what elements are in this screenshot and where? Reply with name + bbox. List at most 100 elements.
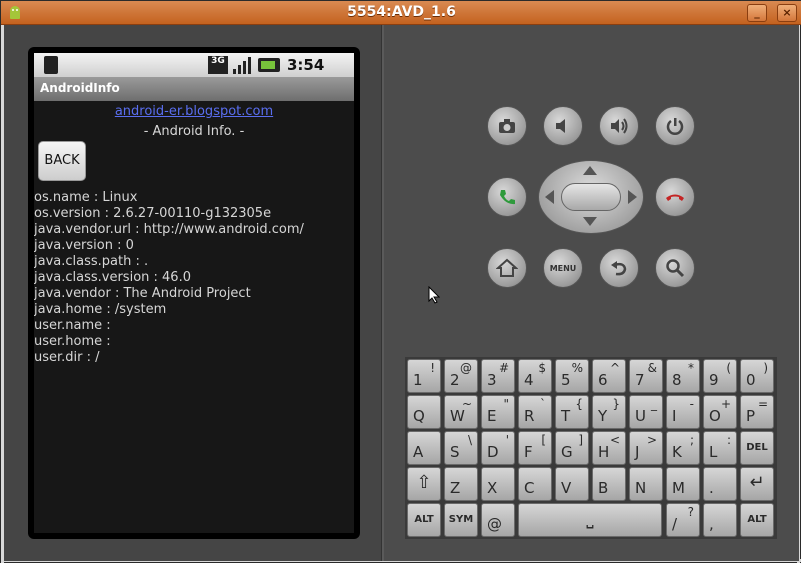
power-button[interactable] xyxy=(655,106,695,146)
space-key[interactable]: ⎵ xyxy=(518,503,662,537)
key-label: M xyxy=(672,479,685,497)
blog-link[interactable]: android-er.blogspot.com xyxy=(34,104,354,119)
volume-down-button[interactable] xyxy=(543,106,583,146)
key-8[interactable]: 8 * xyxy=(666,359,700,393)
key-o[interactable]: O + xyxy=(703,395,737,429)
key-9[interactable]: 9( xyxy=(703,359,737,393)
key-x[interactable]: X xyxy=(481,467,515,501)
key-label: A xyxy=(413,443,424,461)
dpad-center-button[interactable] xyxy=(561,183,621,211)
camera-button[interactable] xyxy=(487,106,527,146)
enter-key[interactable]: ↵ xyxy=(740,467,774,501)
key-alt-label: > xyxy=(646,433,657,447)
shift-key[interactable]: ⇧ xyxy=(407,467,441,501)
key-s[interactable]: S \ xyxy=(444,431,478,465)
key-4[interactable]: 4 $ xyxy=(518,359,552,393)
delete-key[interactable]: DEL xyxy=(740,431,774,465)
key-0[interactable]: 0) xyxy=(740,359,774,393)
sym-key[interactable]: SYM xyxy=(444,503,478,537)
key-m[interactable]: M xyxy=(666,467,700,501)
key-a[interactable]: A xyxy=(407,431,441,465)
key-k[interactable]: K; xyxy=(666,431,700,465)
key-5[interactable]: 5% xyxy=(555,359,589,393)
key-e[interactable]: E " xyxy=(481,395,515,429)
key-b[interactable]: B xyxy=(592,467,626,501)
key-label: R xyxy=(524,407,535,425)
power-icon xyxy=(666,118,684,135)
key-w[interactable]: W ~ xyxy=(444,395,478,429)
key-label: F xyxy=(524,443,533,461)
key-label: B xyxy=(598,479,609,497)
home-icon xyxy=(496,258,518,277)
key-t[interactable]: T{ xyxy=(555,395,589,429)
key-c[interactable]: C xyxy=(518,467,552,501)
key-alt-label: ^ xyxy=(609,361,620,375)
key-label: ALT xyxy=(414,514,434,525)
key-z[interactable]: Z xyxy=(444,467,478,501)
key-1[interactable]: 1! xyxy=(407,359,441,393)
key-p[interactable]: P = xyxy=(740,395,774,429)
minimize-button[interactable]: _ xyxy=(747,4,767,22)
key-label: U xyxy=(635,407,646,425)
dpad-left-icon[interactable] xyxy=(545,190,554,204)
key-label: @ xyxy=(487,515,502,533)
back-button[interactable]: BACK xyxy=(38,141,86,181)
title-bar[interactable]: 5554:AVD_1.6 _ × xyxy=(1,1,801,25)
space-bar-icon: ⎵ xyxy=(586,508,594,529)
key-label: / xyxy=(672,515,678,533)
alt-left-key[interactable]: ALT xyxy=(407,503,441,537)
key-j[interactable]: J > xyxy=(629,431,663,465)
key-r[interactable]: R ` xyxy=(518,395,552,429)
key-label: J xyxy=(635,443,640,461)
property-line: user.home : xyxy=(34,334,111,349)
key-3[interactable]: 3 # xyxy=(481,359,515,393)
dpad-up-icon[interactable] xyxy=(583,166,597,175)
key-d[interactable]: D ' xyxy=(481,431,515,465)
key-y[interactable]: Y} xyxy=(592,395,626,429)
key-label: 0 xyxy=(746,371,756,389)
key-at[interactable]: @ xyxy=(481,503,515,537)
key-l[interactable]: L: xyxy=(703,431,737,465)
key-label: 2 xyxy=(450,371,460,389)
key-alt-label: = xyxy=(757,397,768,411)
key-n[interactable]: N xyxy=(629,467,663,501)
key-label: . xyxy=(709,479,714,497)
key-label: V xyxy=(561,479,572,497)
key-q[interactable]: Q xyxy=(407,395,441,429)
key-label: Q xyxy=(413,407,425,425)
key-label: K xyxy=(672,443,682,461)
device-screen[interactable]: 3G 3:54 AM AndroidInfo android-er.blogsp… xyxy=(34,53,354,533)
volume-up-button[interactable] xyxy=(599,106,639,146)
property-line: java.class.path : . xyxy=(34,254,149,269)
key-2[interactable]: 2 @ xyxy=(444,359,478,393)
key-slash[interactable]: /? xyxy=(666,503,700,537)
alt-right-key[interactable]: ALT xyxy=(740,503,774,537)
home-button[interactable] xyxy=(487,248,527,288)
key-alt-label: ( xyxy=(726,361,731,375)
key-alt-label: ; xyxy=(689,433,694,447)
key-v[interactable]: V xyxy=(555,467,589,501)
key-g[interactable]: G] xyxy=(555,431,589,465)
key-u[interactable]: U _ xyxy=(629,395,663,429)
signal-strength-icon xyxy=(233,57,251,74)
key-.[interactable]: . xyxy=(703,467,737,501)
dpad-right-icon[interactable] xyxy=(628,190,637,204)
key-f[interactable]: F[ xyxy=(518,431,552,465)
menu-button[interactable]: MENU xyxy=(543,248,583,288)
key-comma[interactable]: , xyxy=(703,503,737,537)
key-6[interactable]: 6 ^ xyxy=(592,359,626,393)
end-call-button[interactable] xyxy=(655,177,695,217)
key-h[interactable]: H < xyxy=(592,431,626,465)
back-hardware-button[interactable] xyxy=(599,248,639,288)
key-i[interactable]: I- xyxy=(666,395,700,429)
key-label: O xyxy=(709,407,721,425)
call-button[interactable] xyxy=(487,177,527,217)
property-line: os.version : 2.6.27-00110-g132305e xyxy=(34,206,272,221)
key-7[interactable]: 7 & xyxy=(629,359,663,393)
close-button[interactable]: × xyxy=(777,4,797,22)
key-label: L xyxy=(709,443,718,461)
search-button[interactable] xyxy=(655,248,695,288)
dpad-down-icon[interactable] xyxy=(583,217,597,226)
status-bar[interactable]: 3G 3:54 AM xyxy=(34,53,354,92)
key-label: T xyxy=(561,407,571,425)
